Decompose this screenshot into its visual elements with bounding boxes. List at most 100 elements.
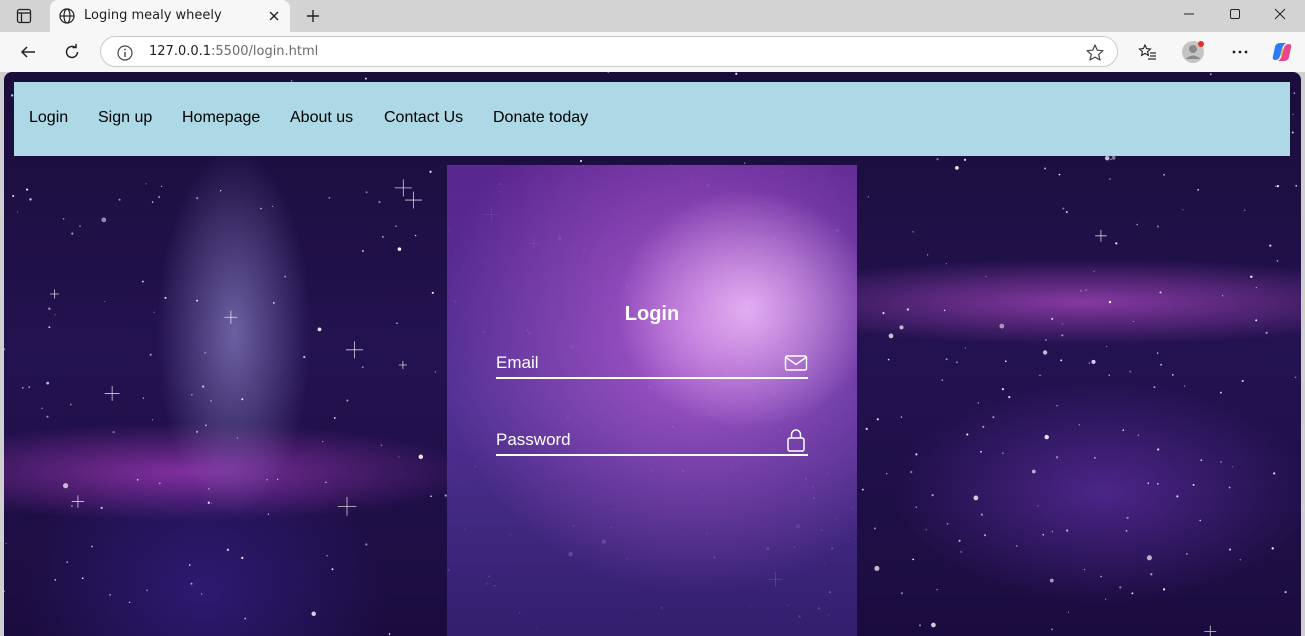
star-dot <box>1182 209 1184 211</box>
favorites-list-icon[interactable] <box>1133 37 1163 67</box>
star-dot <box>1275 185 1277 188</box>
star-dot <box>1239 559 1241 561</box>
star-dot <box>1295 184 1298 187</box>
maximize-icon[interactable] <box>1212 0 1258 28</box>
star-dot <box>1255 287 1257 289</box>
star-dot <box>1276 184 1280 188</box>
star-dot <box>430 495 432 498</box>
url-text[interactable]: 127.0.0.1:5500/login.html <box>149 44 318 59</box>
star-dot <box>188 564 191 566</box>
star-dot <box>1051 628 1053 631</box>
close-window-icon[interactable] <box>1257 0 1303 28</box>
star-sparkle <box>398 360 408 370</box>
star-dot <box>196 196 199 200</box>
star-dot <box>1244 209 1246 211</box>
star-dot <box>21 386 24 389</box>
password-label: Password <box>496 430 571 449</box>
star-dot <box>272 302 275 304</box>
star-dot <box>899 325 904 330</box>
star-sparkle <box>345 341 364 359</box>
star-dot <box>145 183 147 185</box>
star-dot <box>164 296 167 299</box>
password-field[interactable]: Password <box>496 422 808 456</box>
star-dot <box>876 418 879 421</box>
star-dot <box>66 561 69 563</box>
star-dot <box>1056 405 1058 407</box>
star-dot <box>1042 533 1045 536</box>
star-dot <box>1080 290 1082 292</box>
favorite-star-icon[interactable] <box>1085 43 1105 63</box>
browser-tab-bar: Loging mealy wheely <box>0 0 1305 32</box>
nav-link-contact-us[interactable]: Contact Us <box>384 109 463 127</box>
email-field[interactable]: Email <box>496 345 808 379</box>
star-dot <box>48 307 51 310</box>
star-dot <box>900 592 904 595</box>
star-dot <box>992 416 995 419</box>
star-dot <box>607 72 609 74</box>
star-dot <box>326 554 328 557</box>
star-dot <box>960 551 962 553</box>
star-dot <box>109 594 111 596</box>
star-dot <box>12 195 15 197</box>
star-dot <box>1200 459 1203 462</box>
star-dot <box>900 416 903 418</box>
copilot-icon[interactable] <box>1267 37 1297 67</box>
star-dot <box>46 415 49 418</box>
star-dot <box>378 200 381 204</box>
nav-link-homepage[interactable]: Homepage <box>182 109 260 127</box>
star-dot <box>1220 461 1222 463</box>
star-dot <box>874 565 880 571</box>
star-sparkle <box>71 495 85 508</box>
star-dot <box>48 326 51 329</box>
profile-avatar-icon[interactable] <box>1178 37 1208 67</box>
url-path: :5500/login.html <box>211 44 319 59</box>
info-icon[interactable] <box>116 44 134 62</box>
star-dot <box>204 351 207 354</box>
star-dot <box>158 482 161 485</box>
star-dot <box>912 231 914 233</box>
star-dot <box>1051 317 1054 320</box>
star-dot <box>1106 345 1108 348</box>
star-dot <box>191 394 193 396</box>
star-sparkle <box>394 179 412 197</box>
star-dot <box>1055 456 1059 459</box>
close-tab-icon[interactable] <box>264 6 284 26</box>
star-sparkle <box>337 497 357 516</box>
nav-link-donate-today[interactable]: Donate today <box>493 109 588 127</box>
star-dot <box>1002 452 1004 454</box>
minimize-icon[interactable] <box>1166 0 1212 28</box>
star-dot <box>17 211 19 213</box>
star-dot <box>1104 155 1110 161</box>
star-dot <box>984 534 986 537</box>
star-dot <box>925 529 927 531</box>
tab-actions-icon[interactable] <box>8 6 40 26</box>
browser-toolbar: 127.0.0.1:5500/login.html <box>0 32 1305 72</box>
star-dot <box>964 347 966 349</box>
star-dot <box>1122 429 1125 432</box>
star-dot <box>579 159 583 163</box>
address-bar[interactable]: 127.0.0.1:5500/login.html <box>100 36 1118 67</box>
new-tab-icon[interactable] <box>300 4 326 28</box>
star-dot <box>886 473 888 475</box>
star-dot <box>1037 505 1039 507</box>
nav-link-login[interactable]: Login <box>29 109 68 127</box>
star-dot <box>267 513 269 515</box>
star-dot <box>346 399 349 402</box>
star-dot <box>735 72 738 75</box>
star-dot <box>1232 466 1234 468</box>
reload-icon[interactable] <box>57 37 87 67</box>
star-dot <box>4 348 6 351</box>
back-icon[interactable] <box>13 37 43 67</box>
nav-link-about-us[interactable]: About us <box>290 109 353 127</box>
star-dot <box>1085 289 1087 291</box>
browser-tab[interactable]: Loging mealy wheely <box>50 0 290 32</box>
star-dot <box>1176 495 1179 498</box>
nav-link-sign-up[interactable]: Sign up <box>98 109 152 127</box>
star-dot <box>398 456 400 458</box>
star-dot <box>1160 363 1163 366</box>
star-dot <box>1284 591 1287 594</box>
more-options-icon[interactable] <box>1225 37 1255 67</box>
star-dot <box>1100 575 1102 578</box>
lock-icon <box>784 428 808 452</box>
star-dot <box>328 196 331 199</box>
